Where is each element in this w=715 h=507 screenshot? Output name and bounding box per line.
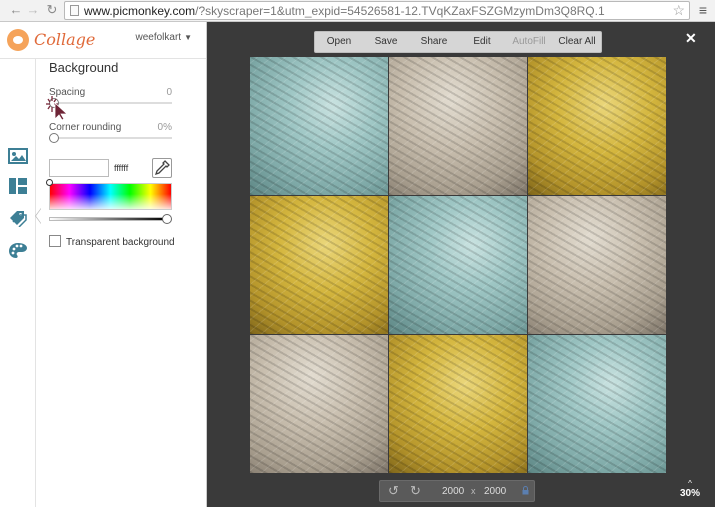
- share-button[interactable]: Share: [414, 32, 454, 52]
- edit-button[interactable]: Edit: [465, 32, 499, 52]
- zoom-level: 30%: [679, 488, 700, 499]
- collage-cell-mustard-yarn[interactable]: [528, 57, 666, 195]
- yarn-texture: [389, 335, 527, 473]
- browser-menu-icon[interactable]: ≡: [696, 2, 710, 18]
- collage-cell-teal-yarn[interactable]: [250, 57, 388, 195]
- address-bar[interactable]: www.picmonkey.com/?skyscraper=1&utm_expi…: [64, 1, 690, 20]
- canvas-width-field[interactable]: 2000: [442, 486, 464, 497]
- yarn-texture: [250, 335, 388, 473]
- collage-cell-beige-yarn[interactable]: [250, 335, 388, 473]
- lock-icon[interactable]: [522, 486, 529, 495]
- panel-title: Background: [49, 60, 119, 75]
- transparent-background-checkbox[interactable]: [49, 235, 61, 247]
- zoom-up-icon: ^: [688, 479, 692, 488]
- collage-cell-mustard-yarn[interactable]: [389, 335, 527, 473]
- monkey-logo-icon: [7, 29, 29, 51]
- stickers-tab-icon[interactable]: [8, 209, 28, 228]
- clear-all-button[interactable]: Clear All: [555, 32, 599, 52]
- username: weefolkart: [135, 32, 182, 43]
- bookmark-star-icon[interactable]: ☆: [672, 2, 685, 19]
- browser-toolbar: ← → ↻ www.picmonkey.com/?skyscraper=1&ut…: [0, 0, 715, 22]
- eyedropper-button[interactable]: [152, 158, 172, 178]
- yarn-texture: [389, 57, 527, 195]
- tool-icon-bar: [0, 59, 36, 507]
- hex-value[interactable]: ffffff: [114, 163, 128, 173]
- spectrum-picker-handle[interactable]: [46, 179, 53, 186]
- brightness-slider-track[interactable]: [49, 217, 167, 221]
- collage-grid: [250, 57, 666, 473]
- corner-rounding-slider-handle[interactable]: [49, 133, 59, 143]
- images-tab-icon[interactable]: [8, 147, 28, 165]
- yarn-texture: [389, 196, 527, 334]
- open-button[interactable]: Open: [321, 32, 357, 52]
- collage-cell-beige-yarn[interactable]: [389, 57, 527, 195]
- spacing-value: 0: [166, 87, 172, 98]
- mouse-cursor-icon: [46, 96, 69, 120]
- canvas-height-field[interactable]: 2000: [484, 486, 506, 497]
- reload-icon[interactable]: ↻: [44, 2, 60, 18]
- close-icon[interactable]: ✕: [685, 30, 697, 47]
- redo-icon[interactable]: ↻: [410, 483, 421, 499]
- collage-cell-teal-yarn[interactable]: [528, 335, 666, 473]
- user-menu[interactable]: weefolkart ▼: [136, 32, 193, 43]
- background-palette-icon[interactable]: [8, 242, 28, 260]
- eyedropper-icon: [154, 160, 170, 176]
- corner-rounding-slider-track[interactable]: [49, 137, 172, 139]
- zoom-control[interactable]: ^ 30%: [675, 479, 705, 500]
- autofill-button[interactable]: AutoFill: [507, 32, 551, 52]
- chevron-down-icon: ▼: [184, 33, 192, 42]
- corner-rounding-value: 0%: [157, 122, 172, 133]
- url-path: /?skyscraper=1&utm_expid=54526581-12.TVq…: [195, 4, 605, 18]
- collage-cell-mustard-yarn[interactable]: [250, 196, 388, 334]
- canvas-size-bar: ↺ ↻ 2000 x 2000: [379, 480, 535, 502]
- active-tab-indicator: [35, 208, 41, 224]
- main-toolbar: Open Save Share Edit AutoFill Clear All: [314, 31, 602, 53]
- back-arrow-icon[interactable]: ←: [8, 2, 24, 18]
- yarn-texture: [528, 335, 666, 473]
- corner-rounding-label: Corner rounding: [49, 122, 122, 133]
- yarn-texture: [250, 196, 388, 334]
- forward-arrow-icon[interactable]: →: [25, 2, 41, 18]
- dimension-separator: x: [471, 486, 476, 496]
- url-host: www.picmonkey.com: [84, 4, 196, 18]
- collage-cell-beige-yarn[interactable]: [528, 196, 666, 334]
- layouts-tab-icon[interactable]: [8, 177, 28, 195]
- url-text[interactable]: www.picmonkey.com/?skyscraper=1&utm_expi…: [84, 4, 605, 18]
- left-panel: Collage weefolkart ▼ Background Spacing 0…: [0, 22, 207, 507]
- transparent-background-label[interactable]: Transparent background: [66, 237, 175, 248]
- page-icon: [70, 5, 79, 16]
- yarn-texture: [528, 57, 666, 195]
- color-swatch-field[interactable]: [49, 159, 109, 177]
- collage-cell-teal-yarn[interactable]: [389, 196, 527, 334]
- collage-workspace: Open Save Share Edit AutoFill Clear All …: [207, 22, 715, 507]
- brightness-slider-handle[interactable]: [162, 214, 172, 224]
- color-spectrum[interactable]: [49, 183, 172, 210]
- logo-text: Collage: [34, 30, 96, 49]
- yarn-texture: [250, 57, 388, 195]
- yarn-texture: [528, 196, 666, 334]
- undo-icon[interactable]: ↺: [388, 483, 399, 499]
- save-button[interactable]: Save: [368, 32, 404, 52]
